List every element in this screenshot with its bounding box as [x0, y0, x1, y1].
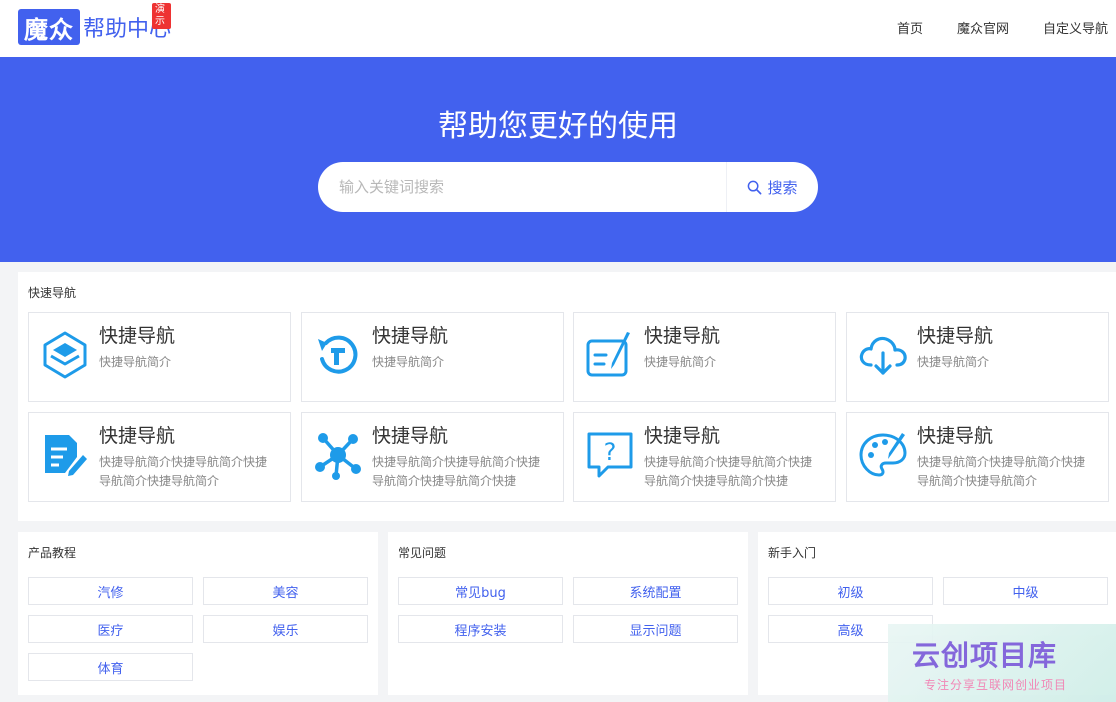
panel-title: 产品教程 — [28, 546, 77, 560]
quick-nav-card[interactable]: 快捷导航 快捷导航简介 — [301, 312, 564, 402]
document-pen-icon — [45, 435, 87, 476]
nav-official-site[interactable]: 魔众官网 — [957, 18, 1009, 37]
quick-nav-title: 快速导航 — [28, 286, 77, 300]
card-title: 快捷导航 — [644, 425, 721, 447]
tag-link[interactable]: 娱乐 — [203, 615, 368, 643]
card-title: 快捷导航 — [917, 325, 994, 347]
nav-custom[interactable]: 自定义导航 — [1043, 18, 1108, 37]
cloud-download-icon — [859, 336, 907, 375]
card-title: 快捷导航 — [99, 425, 176, 447]
tag-link[interactable]: 美容 — [203, 577, 368, 605]
tag-link[interactable]: 程序安装 — [398, 615, 563, 643]
tag-link[interactable]: 系统配置 — [573, 577, 738, 605]
card-title: 快捷导航 — [372, 425, 449, 447]
nav-home[interactable]: 首页 — [897, 18, 923, 37]
search-bar: 搜索 — [318, 162, 818, 212]
card-desc: 快捷导航简介快捷导航简介快捷导航简介快捷导航简介 — [99, 455, 268, 488]
demo-badge: 演示 — [152, 3, 172, 29]
logo[interactable]: 魔众 帮助中心 演示 — [18, 3, 172, 45]
search-icon — [748, 180, 762, 194]
watermark-subtitle: 专注分享互联网创业项目 — [924, 678, 1068, 692]
card-desc: 快捷导航简介 — [372, 355, 445, 369]
refresh-icon — [318, 335, 358, 374]
tag-link[interactable]: 显示问题 — [573, 615, 738, 643]
card-desc: 快捷导航简介快捷导航简介快捷导航简介快捷导航简介快捷 — [644, 455, 813, 488]
tag-link[interactable]: 初级 — [768, 577, 933, 605]
card-title: 快捷导航 — [372, 325, 449, 347]
network-icon — [315, 433, 361, 480]
card-title: 快捷导航 — [917, 425, 994, 447]
logo-mark: 魔众 — [18, 9, 80, 45]
card-desc: 快捷导航简介快捷导航简介快捷导航简介快捷导航简介 — [917, 455, 1086, 488]
search-input[interactable] — [318, 162, 726, 212]
edit-form-icon — [586, 332, 630, 377]
quick-nav-card[interactable]: 快捷导航 快捷导航简介快捷导航简介快捷导航简介快捷导航简介快捷 — [301, 412, 564, 502]
watermark: 云创项目库 专注分享互联网创业项目 — [888, 624, 1116, 702]
search-button-label: 搜索 — [767, 178, 798, 197]
quick-nav-card[interactable]: 快捷导航 快捷导航简介 — [28, 312, 291, 402]
quick-nav-card[interactable]: 快捷导航 快捷导航简介快捷导航简介快捷导航简介快捷导航简介 — [28, 412, 291, 502]
quick-nav-card[interactable]: 快捷导航 快捷导航简介 — [573, 312, 836, 402]
tag-link[interactable]: 医疗 — [28, 615, 193, 643]
layers-icon — [43, 331, 87, 379]
search-button[interactable]: 搜索 — [726, 162, 818, 212]
card-desc: 快捷导航简介 — [917, 355, 990, 369]
panel-title: 常见问题 — [398, 546, 447, 560]
panel-faq: 常见问题 常见bug 系统配置 程序安装 显示问题 — [388, 532, 748, 695]
tag-link[interactable]: 中级 — [943, 577, 1108, 605]
watermark-title: 云创项目库 — [912, 639, 1058, 672]
panel-title: 新手入门 — [768, 546, 817, 560]
panel-product-tutorials: 产品教程 汽修 美容 医疗 娱乐 体育 — [18, 532, 378, 695]
quick-nav-panel: 快速导航 快捷导航 快捷导航简介 快捷导航 快捷导航简介 快捷导航 快捷导航简介 — [18, 272, 1116, 521]
tag-link[interactable]: 汽修 — [28, 577, 193, 605]
question-bubble-icon: ? — [587, 432, 633, 478]
top-nav: 首页 魔众官网 自定义导航 — [897, 18, 1108, 37]
palette-icon — [859, 433, 907, 477]
hero-banner: 帮助您更好的使用 搜索 — [0, 57, 1116, 262]
header: 魔众 帮助中心 演示 首页 魔众官网 自定义导航 — [0, 0, 1116, 57]
tag-link[interactable]: 体育 — [28, 653, 193, 681]
hero-title: 帮助您更好的使用 — [438, 109, 678, 144]
tag-link[interactable]: 常见bug — [398, 577, 563, 605]
svg-text:?: ? — [604, 438, 617, 466]
quick-nav-card[interactable]: ? 快捷导航 快捷导航简介快捷导航简介快捷导航简介快捷导航简介快捷 — [573, 412, 836, 502]
card-title: 快捷导航 — [99, 325, 176, 347]
quick-nav-card[interactable]: 快捷导航 快捷导航简介 — [846, 312, 1109, 402]
card-desc: 快捷导航简介 — [644, 355, 717, 369]
card-desc: 快捷导航简介 — [99, 355, 172, 369]
quick-nav-card[interactable]: 快捷导航 快捷导航简介快捷导航简介快捷导航简介快捷导航简介 — [846, 412, 1109, 502]
card-desc: 快捷导航简介快捷导航简介快捷导航简介快捷导航简介快捷 — [372, 455, 541, 488]
card-title: 快捷导航 — [644, 325, 721, 347]
